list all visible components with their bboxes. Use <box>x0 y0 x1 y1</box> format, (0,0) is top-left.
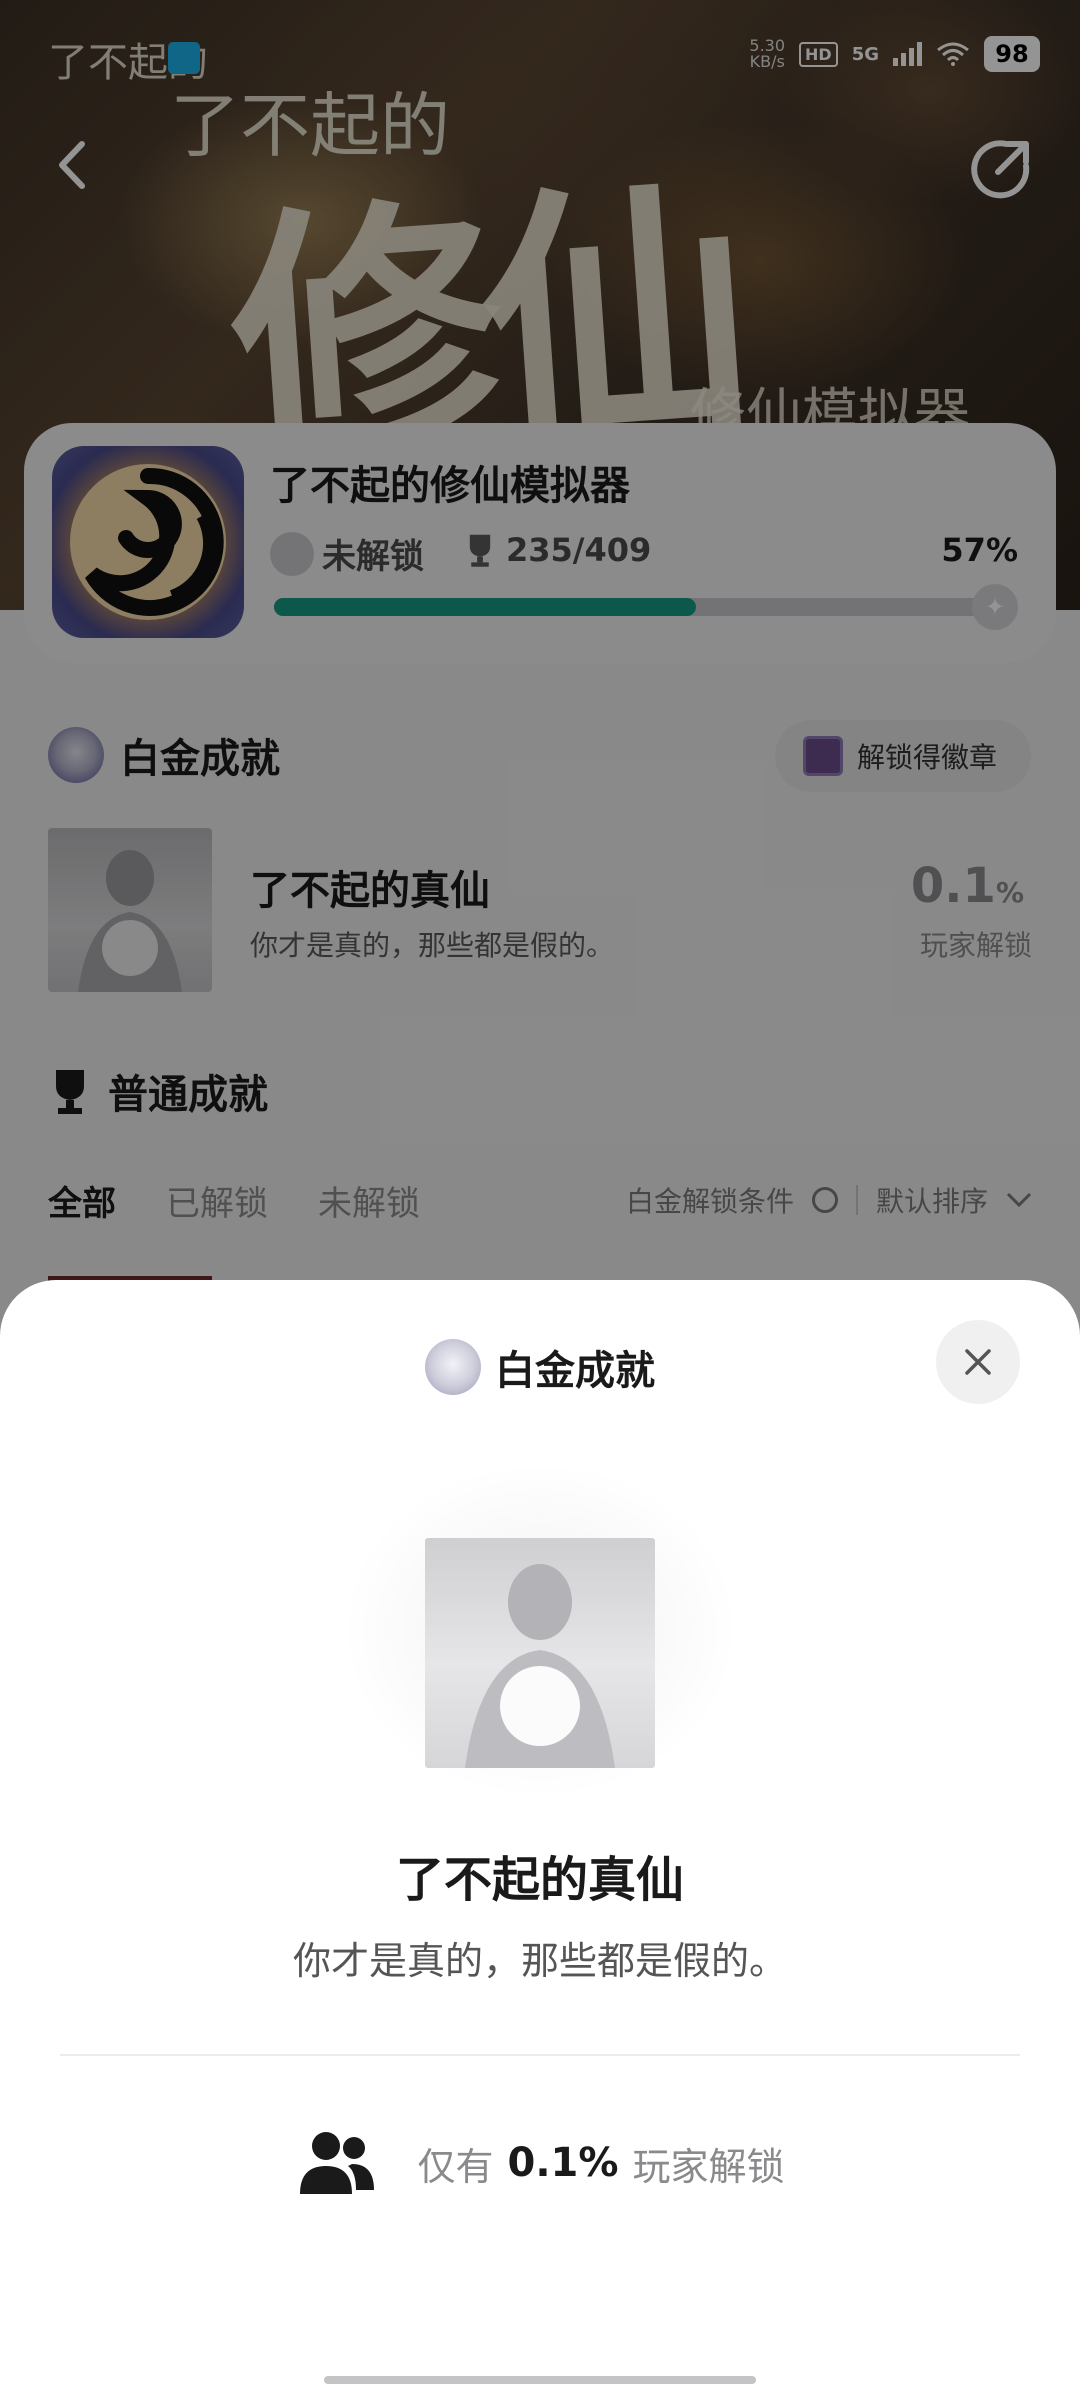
achievement-description: 你才是真的，那些都是假的。 <box>292 1939 787 1983</box>
achievement-name: 了不起的真仙 <box>395 1852 684 1908</box>
achievement-image <box>425 1538 655 1768</box>
people-icon <box>299 2132 374 2194</box>
home-indicator <box>324 2376 756 2384</box>
divider <box>60 2054 1020 2056</box>
sheet-header: 白金成就 <box>0 1338 1080 1396</box>
unlock-stat: 仅有 0.1% 玩家解锁 <box>0 2128 1080 2198</box>
platinum-icon <box>425 1339 481 1395</box>
close-icon <box>965 1349 991 1375</box>
close-button[interactable] <box>936 1320 1020 1404</box>
achievement-detail-sheet: 白金成就 了不起的真仙 你才是真的，那些都是假的。 仅有 0.1% 玩家解锁 <box>0 1280 1080 2388</box>
